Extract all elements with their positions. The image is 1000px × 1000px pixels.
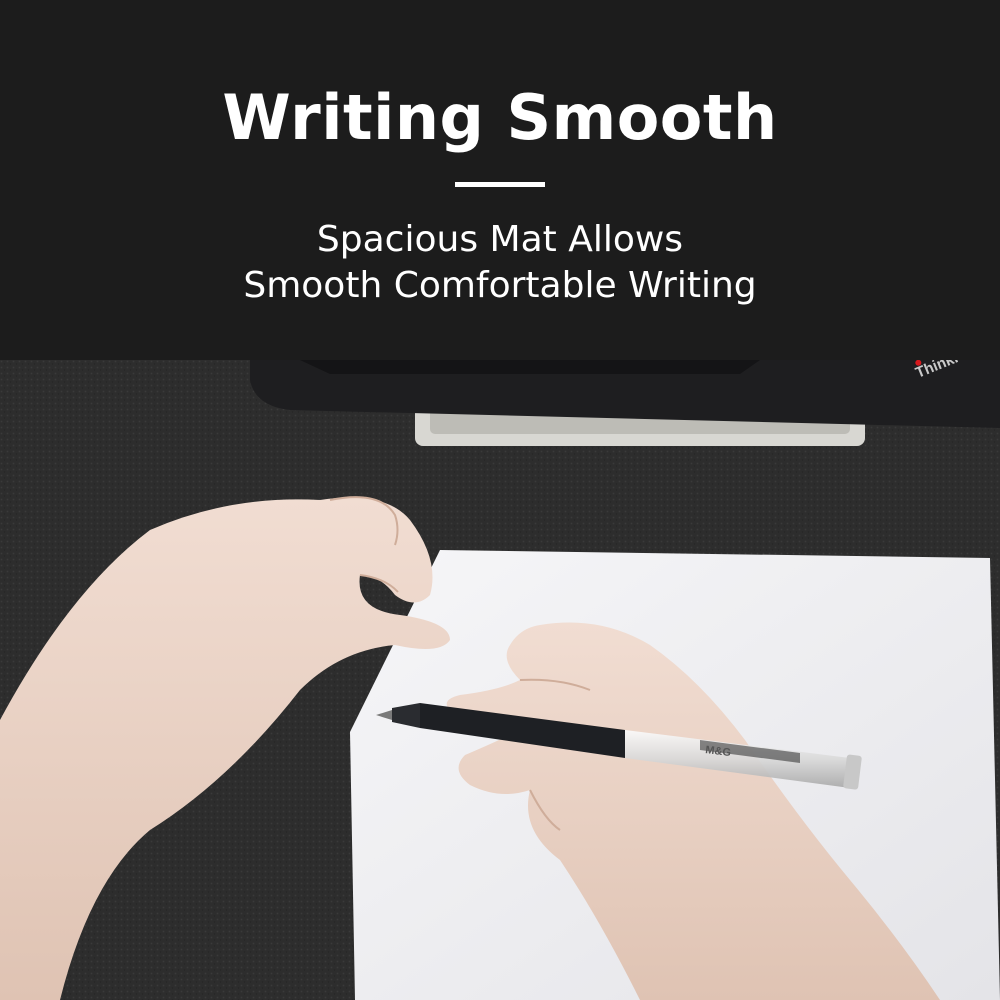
title-divider (455, 182, 545, 187)
writing-photo: ThinkPad (0, 360, 1000, 1000)
subheadline-line-2: Smooth Comfortable Writing (243, 265, 757, 306)
headline: Writing Smooth (222, 81, 778, 154)
subheadline: Spacious Mat Allows Smooth Comfortable W… (0, 217, 1000, 309)
title-banner: Writing Smooth Spacious Mat Allows Smoot… (0, 0, 1000, 360)
product-image: Writing Smooth Spacious Mat Allows Smoot… (0, 0, 1000, 1000)
subheadline-line-1: Spacious Mat Allows (316, 219, 684, 260)
